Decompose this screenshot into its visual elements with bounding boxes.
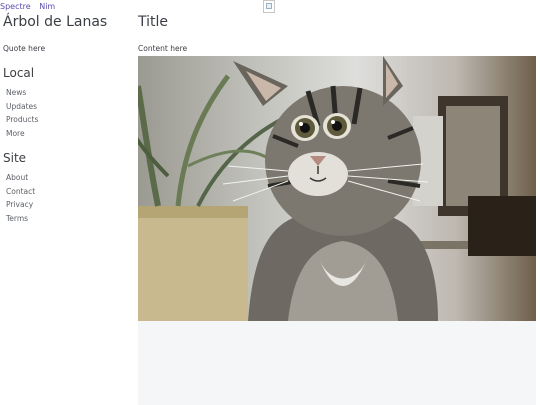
kitten-illustration <box>138 56 536 321</box>
terms-link[interactable]: Terms <box>6 214 28 223</box>
sidebar: Árbol de Lanas Quote here Local News Upd… <box>0 14 130 227</box>
broken-image-icon <box>263 0 275 13</box>
privacy-link[interactable]: Privacy <box>6 200 33 209</box>
local-item-more: More <box>6 129 130 139</box>
site-item-terms: Terms <box>6 214 130 224</box>
site-item-privacy: Privacy <box>6 200 130 210</box>
nim-link[interactable]: Nim <box>39 2 55 11</box>
site-heading: Site <box>3 151 27 165</box>
local-item-products: Products <box>6 115 130 125</box>
more-link[interactable]: More <box>6 129 25 138</box>
brand-link[interactable]: Spectre <box>0 2 31 11</box>
site-nav-list: About Contact Privacy Terms <box>0 173 130 223</box>
site-item-contact: Contact <box>6 187 130 197</box>
kitten-photo <box>138 56 536 321</box>
local-item-news: News <box>6 88 130 98</box>
background-frames <box>413 96 536 256</box>
quote-text: Quote here <box>3 44 46 53</box>
page-title: Title <box>138 14 169 30</box>
top-nav: Spectre Nim <box>0 2 55 11</box>
page: Spectre Nim Árbol de Lanas Quote here Lo… <box>0 0 540 405</box>
photo-area <box>138 56 536 405</box>
main-content: Title Content here <box>138 14 536 53</box>
news-link[interactable]: News <box>6 88 26 97</box>
local-nav-list: News Updates Products More <box>0 88 130 138</box>
local-heading: Local <box>3 66 35 80</box>
site-title: Árbol de Lanas <box>3 14 108 30</box>
kitten <box>222 56 438 321</box>
content-text: Content here <box>138 44 188 53</box>
products-link[interactable]: Products <box>6 115 38 124</box>
local-item-updates: Updates <box>6 102 130 112</box>
updates-link[interactable]: Updates <box>6 102 37 111</box>
about-link[interactable]: About <box>6 173 28 182</box>
site-item-about: About <box>6 173 130 183</box>
contact-link[interactable]: Contact <box>6 187 35 196</box>
